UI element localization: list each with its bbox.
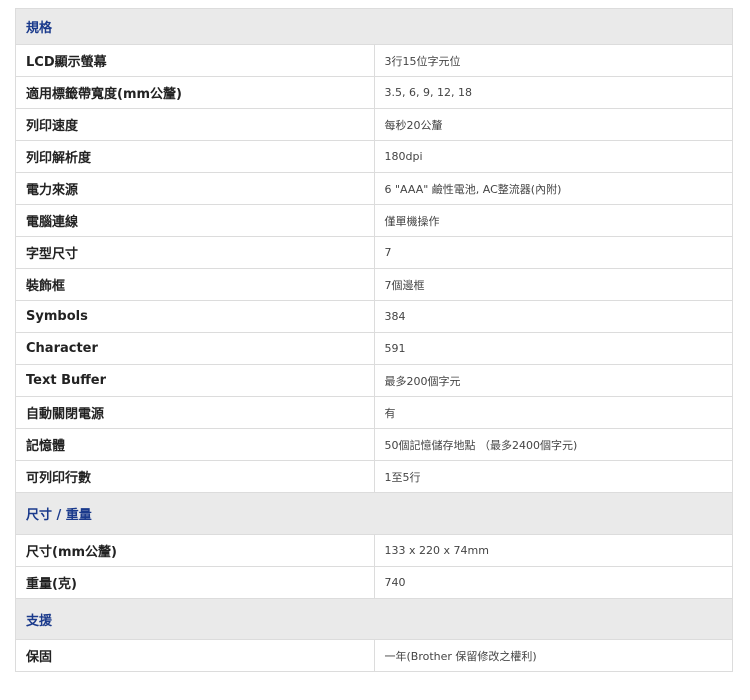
row-value: 每秒20公釐 xyxy=(373,108,733,141)
row-label: 尺寸(mm公釐) xyxy=(15,534,375,567)
table-row: Text Buffer 最多200個字元 xyxy=(15,364,733,397)
table-row: 可列印行數 1至5行 xyxy=(15,460,733,493)
table-row: 自動關閉電源有 xyxy=(15,396,733,429)
section-title: 規格 xyxy=(15,8,733,45)
table-row: 適用標籤帶寬度(mm公釐) 3.5, 6, 9, 12, 18 xyxy=(15,76,733,109)
table-row: 保固 一年(Brother 保留修改之權利) xyxy=(15,639,733,672)
row-label: 列印速度 xyxy=(15,108,375,141)
table-row: 重量(克) 740 xyxy=(15,566,733,599)
row-value: 3行15位字元位 xyxy=(373,44,733,77)
row-label: 字型尺寸 xyxy=(15,236,375,269)
section-title: 支援 xyxy=(15,598,733,640)
row-label: 自動關閉電源 xyxy=(15,396,375,429)
row-value: 6 "AAA" 鹼性電池, AC整流器(內附) xyxy=(373,172,733,205)
row-label: 列印解析度 xyxy=(15,140,375,173)
row-value: 50個記憶儲存地點 （最多2400個字元) xyxy=(373,428,733,461)
row-label: 電腦連線 xyxy=(15,204,375,237)
row-value: 1至5行 xyxy=(373,460,733,493)
row-label: 適用標籤帶寬度(mm公釐) xyxy=(15,76,375,109)
table-row: Character 591 xyxy=(15,332,733,365)
table-row: LCD顯示螢幕 3行15位字元位 xyxy=(15,44,733,77)
table-row: 電力來源 6 "AAA" 鹼性電池, AC整流器(內附) xyxy=(15,172,733,205)
table-row: 裝飾框 7個邊框 xyxy=(15,268,733,301)
section-header-dimensions: 尺寸 / 重量 xyxy=(15,492,733,535)
table-row: Symbols 384 xyxy=(15,300,733,333)
row-value: 7 xyxy=(373,236,733,269)
row-label: 可列印行數 xyxy=(15,460,375,493)
row-label: LCD顯示螢幕 xyxy=(15,44,375,77)
row-value: 7個邊框 xyxy=(373,268,733,301)
row-value: 3.5, 6, 9, 12, 18 xyxy=(373,76,733,109)
section-header-specs: 規格 xyxy=(15,8,733,45)
row-label: 裝飾框 xyxy=(15,268,375,301)
row-value: 180dpi xyxy=(373,140,733,173)
row-value: 133 x 220 x 74mm xyxy=(373,534,733,567)
row-label: Character xyxy=(15,332,375,365)
section-header-support: 支援 xyxy=(15,598,733,640)
table-row: 電腦連線 僅單機操作 xyxy=(15,204,733,237)
row-value: 有 xyxy=(373,396,733,429)
spec-table: 規格 LCD顯示螢幕 3行15位字元位 適用標籤帶寬度(mm公釐) 3.5, 6, … xyxy=(15,8,733,672)
row-value: 384 xyxy=(373,300,733,333)
row-value: 591 xyxy=(373,332,733,365)
row-label: Text Buffer xyxy=(15,364,375,397)
table-row: 列印速度 每秒20公釐 xyxy=(15,108,733,141)
row-label: 電力來源 xyxy=(15,172,375,205)
spec-table-body: 規格 LCD顯示螢幕 3行15位字元位 適用標籤帶寬度(mm公釐) 3.5, 6, … xyxy=(15,8,733,672)
table-row: 記憶體 50個記憶儲存地點 （最多2400個字元) xyxy=(15,428,733,461)
section-title: 尺寸 / 重量 xyxy=(15,492,733,535)
row-value: 一年(Brother 保留修改之權利) xyxy=(373,639,733,672)
table-row: 尺寸(mm公釐) 133 x 220 x 74mm xyxy=(15,534,733,567)
row-value: 僅單機操作 xyxy=(373,204,733,237)
row-label: 記憶體 xyxy=(15,428,375,461)
row-value: 740 xyxy=(373,566,733,599)
row-label: Symbols xyxy=(15,300,375,333)
row-value: 最多200個字元 xyxy=(373,364,733,397)
table-row: 列印解析度 180dpi xyxy=(15,140,733,173)
row-label: 重量(克) xyxy=(15,566,375,599)
table-row: 字型尺寸 7 xyxy=(15,236,733,269)
row-label: 保固 xyxy=(15,639,375,672)
